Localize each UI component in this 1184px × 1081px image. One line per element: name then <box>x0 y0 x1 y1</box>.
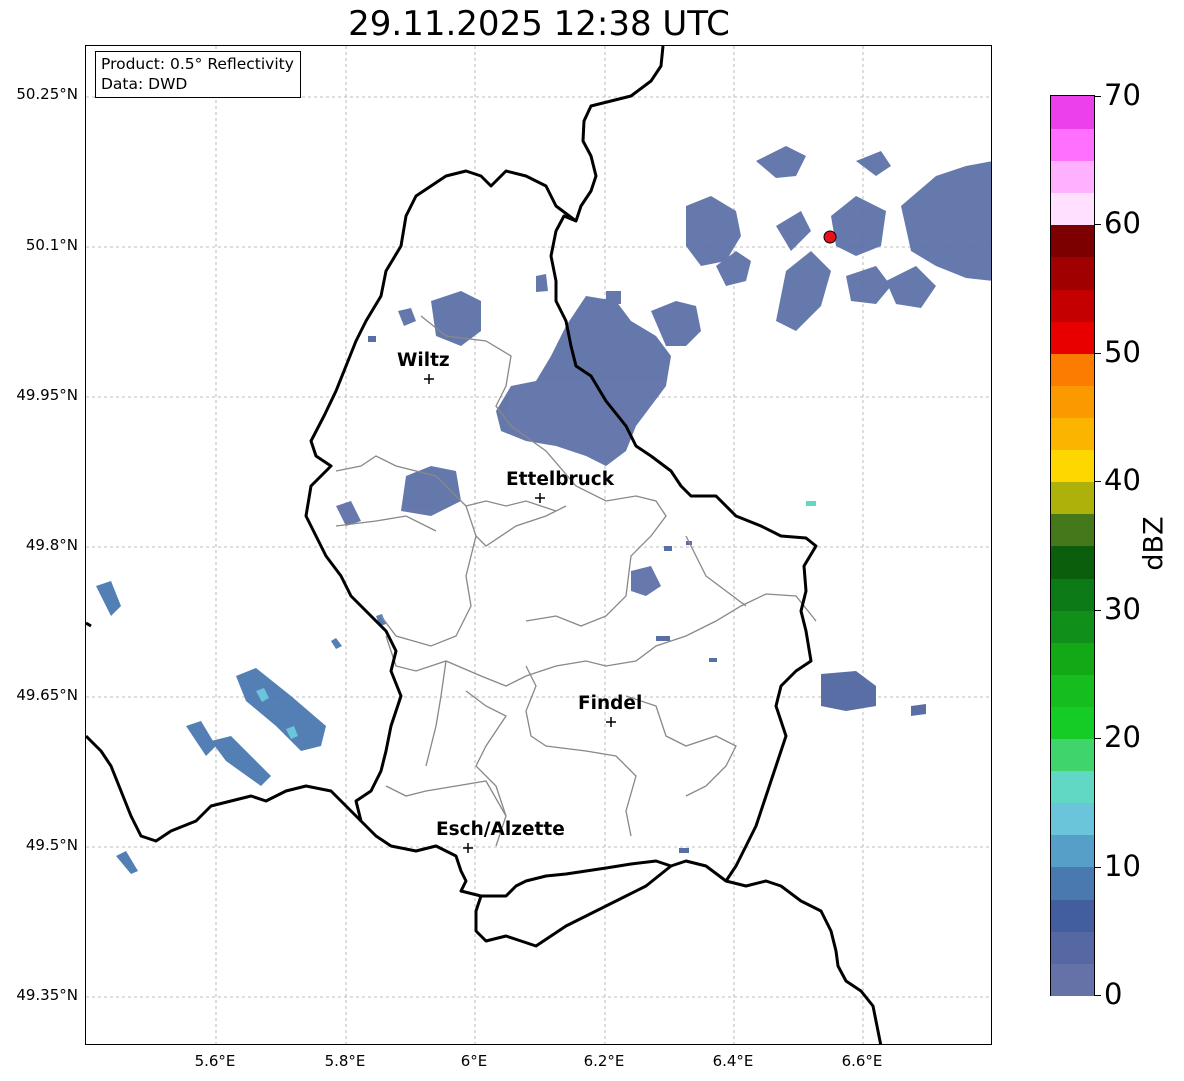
colorbar-segment <box>1051 384 1094 418</box>
lat-label: 49.5°N <box>25 836 78 854</box>
colorbar-tick-label: 50 <box>1104 335 1141 369</box>
colorbar-segment <box>1051 577 1094 611</box>
colorbar-segment <box>1051 834 1094 868</box>
colorbar-tick-label: 0 <box>1104 977 1123 1011</box>
lat-label: 49.95°N <box>16 386 78 404</box>
colorbar-tick-label: 40 <box>1104 463 1141 497</box>
city-label-findel: Findel <box>578 693 643 714</box>
colorbar-tick <box>1095 481 1101 482</box>
colorbar-tick-label: 70 <box>1104 78 1141 112</box>
colorbar-title: dBZ <box>1138 516 1170 571</box>
colorbar-segment <box>1051 128 1094 162</box>
colorbar-segment <box>1051 706 1094 740</box>
colorbar-segment <box>1051 160 1094 194</box>
colorbar-segment <box>1051 738 1094 772</box>
colorbar-segment <box>1051 898 1094 932</box>
radar-site-marker <box>823 230 837 244</box>
colorbar-segment <box>1051 962 1094 996</box>
lon-label: 6.6°E <box>841 1052 883 1070</box>
colorbar-segment <box>1051 352 1094 386</box>
colorbar-tick <box>1095 738 1101 739</box>
colorbar-segment <box>1051 96 1094 129</box>
lon-label: 6°E <box>460 1052 488 1070</box>
colorbar-tick-label: 10 <box>1104 849 1141 883</box>
colorbar-tick <box>1095 995 1101 996</box>
city-label-esch-alzette: Esch/Alzette <box>436 819 565 840</box>
country-borders <box>86 46 883 1044</box>
lat-label: 49.35°N <box>16 986 78 1004</box>
lat-label: 49.8°N <box>25 536 78 554</box>
colorbar-segment <box>1051 513 1094 547</box>
colorbar-segment <box>1051 866 1094 900</box>
colorbar-tick <box>1095 610 1101 611</box>
colorbar-tick <box>1095 353 1101 354</box>
lat-label: 49.65°N <box>16 686 78 704</box>
lon-label: 6.2°E <box>583 1052 625 1070</box>
radar-map[interactable] <box>85 45 992 1045</box>
map-canvas <box>86 46 991 1044</box>
colorbar-segment <box>1051 673 1094 707</box>
colorbar-tick-label: 20 <box>1104 720 1141 754</box>
colorbar <box>1050 95 1095 996</box>
colorbar-segment <box>1051 224 1094 258</box>
lat-label: 50.25°N <box>16 85 78 103</box>
map-title: 29.11.2025 12:38 UTC <box>348 4 730 44</box>
colorbar-segment <box>1051 256 1094 290</box>
lon-label: 5.8°E <box>324 1052 366 1070</box>
colorbar-segment <box>1051 641 1094 675</box>
lon-label: 5.6°E <box>194 1052 236 1070</box>
colorbar-segment <box>1051 802 1094 836</box>
colorbar-segment <box>1051 449 1094 483</box>
colorbar-segment <box>1051 192 1094 226</box>
colorbar-segment <box>1051 545 1094 579</box>
city-label-ettelbruck: Ettelbruck <box>506 469 615 490</box>
colorbar-segment <box>1051 417 1094 451</box>
colorbar-tick-label: 30 <box>1104 592 1141 626</box>
colorbar-segment <box>1051 770 1094 804</box>
product-label: Product: 0.5° Reflectivity <box>101 55 294 73</box>
lat-label: 50.1°N <box>25 236 78 254</box>
colorbar-tick <box>1095 96 1101 97</box>
colorbar-tick <box>1095 867 1101 868</box>
graticule <box>86 46 991 1044</box>
city-label-wiltz: Wiltz <box>397 350 450 371</box>
data-source-label: Data: DWD <box>101 75 188 93</box>
lon-label: 6.4°E <box>712 1052 754 1070</box>
product-info-box: Product: 0.5° Reflectivity Data: DWD <box>95 51 301 98</box>
colorbar-segment <box>1051 320 1094 354</box>
colorbar-segment <box>1051 288 1094 322</box>
colorbar-tick-label: 60 <box>1104 206 1141 240</box>
radar-echoes <box>96 146 991 874</box>
colorbar-segment <box>1051 481 1094 515</box>
colorbar-tick <box>1095 224 1101 225</box>
colorbar-segment <box>1051 609 1094 643</box>
colorbar-segment <box>1051 930 1094 964</box>
